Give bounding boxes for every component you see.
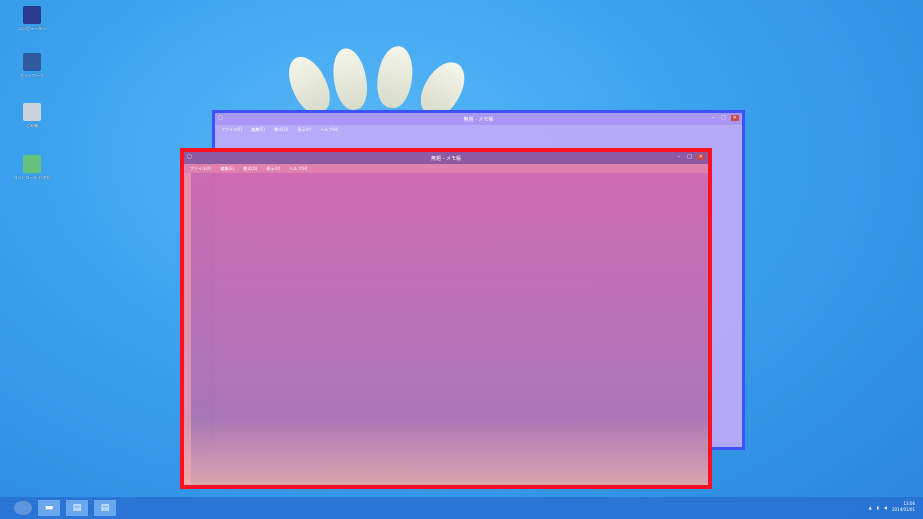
close-button[interactable]: ✕ [730,115,739,121]
taskbar-clock[interactable]: 13:06 2014/01/01 [892,501,915,513]
control-panel-icon [23,155,41,173]
wallpaper-petal [373,43,417,111]
menu-view[interactable]: 表示(V) [297,127,311,133]
menu-file[interactable]: ファイル(F) [221,127,242,133]
taskbar-explorer-button[interactable]: ▬ [38,500,60,516]
maximize-button[interactable]: □ [719,115,728,121]
folder-icon: ▬ [44,503,54,513]
desktop-icon-computer[interactable]: コンピューター [12,6,52,32]
window-controls: – □ ✕ [710,115,739,121]
notepad-icon: ▤ [100,503,110,513]
menu-help[interactable]: ヘルプ(H) [289,166,307,172]
system-tray: ▲ ▮ ◀ 13:06 2014/01/01 [869,501,915,513]
taskbar-notepad-button[interactable]: ▤ [66,500,88,516]
window-title: 無題 - メモ帳 [463,116,494,123]
menu-help[interactable]: ヘルプ(H) [320,127,338,133]
clock-date: 2014/01/01 [891,507,915,512]
menu-file[interactable]: ファイル(F) [190,166,211,172]
text-edit-area[interactable] [184,173,708,485]
window-titlebar[interactable]: ▢ 無題 - メモ帳 – □ ✕ [215,113,742,125]
desktop-icon-label: コントロール パネル [13,175,51,180]
desktop-icon-network[interactable]: ネットワーク [12,53,52,79]
window-title: 無題 - メモ帳 [431,155,461,162]
notepad-icon: ▢ [187,154,192,160]
desktop-icon-label: ネットワーク [20,73,44,78]
start-button[interactable] [14,501,32,515]
volume-icon[interactable]: ◀ [884,505,887,510]
menu-edit[interactable]: 編集(E) [220,166,234,172]
minimize-button[interactable]: – [710,115,717,121]
menu-format[interactable]: 書式(O) [274,127,288,133]
desktop-icon-recycle-bin[interactable]: ごみ箱 [12,103,52,129]
window-titlebar[interactable]: ▢ 無題 - メモ帳 – □ ✕ [184,152,708,164]
desktop-icon-label: コンピューター [18,26,46,31]
window-controls: – □ ✕ [676,154,705,160]
recycle-bin-icon [23,103,41,121]
taskbar-notepad-button[interactable]: ▤ [94,500,116,516]
menu-bar: ファイル(F) 編集(E) 書式(O) 表示(V) ヘルプ(H) [215,125,742,134]
desktop-icon-control-panel[interactable]: コントロール パネル [12,155,52,181]
network-icon [23,53,41,71]
menu-bar: ファイル(F) 編集(E) 書式(O) 表示(V) ヘルプ(H) [184,164,708,173]
notepad-icon: ▢ [218,115,223,121]
notepad-icon: ▤ [72,503,82,513]
wallpaper-petal [328,45,372,113]
minimize-button[interactable]: – [676,154,683,160]
close-button[interactable]: ✕ [696,154,705,160]
show-hidden-icons-icon[interactable]: ▲ [869,505,872,510]
taskbar: ▬ ▤ ▤ ▲ ▮ ◀ 13:06 2014/01/01 [0,497,923,519]
computer-icon [23,6,41,24]
network-status-icon[interactable]: ▮ [877,505,879,510]
menu-view[interactable]: 表示(V) [266,166,280,172]
menu-format[interactable]: 書式(O) [243,166,257,172]
desktop-icon-label: ごみ箱 [26,123,38,128]
maximize-button[interactable]: □ [685,154,694,160]
notepad-window-front[interactable]: ▢ 無題 - メモ帳 – □ ✕ ファイル(F) 編集(E) 書式(O) 表示(… [180,148,712,489]
menu-edit[interactable]: 編集(E) [251,127,265,133]
